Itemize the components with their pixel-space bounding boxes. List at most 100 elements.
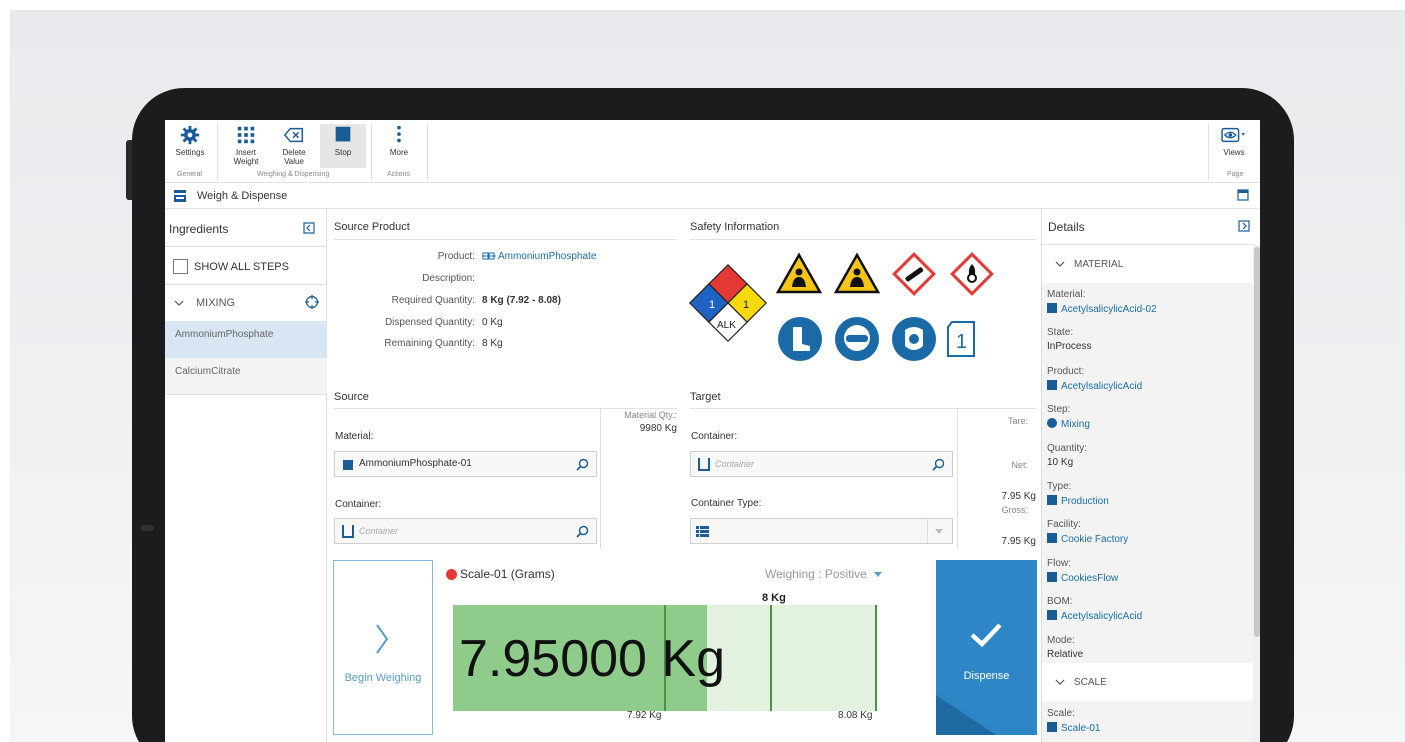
detail-product: Product: AcetylsalicylicAcid <box>1047 366 1142 392</box>
warning-respirator-icon <box>833 252 881 294</box>
detail-scale: Scale: Scale-01 <box>1047 708 1100 734</box>
chevron-down-icon[interactable] <box>174 299 184 307</box>
dispensed-quantity-label: Dispensed Quantity: <box>384 317 475 328</box>
scale-icon <box>1047 722 1057 732</box>
dispense-corner-shade <box>936 695 996 735</box>
caret-down-icon <box>874 572 883 578</box>
detail-value: 10 Kg <box>1047 456 1074 468</box>
divider <box>333 408 677 409</box>
max-tolerance-line <box>875 605 877 711</box>
safety-goggles-icon <box>835 317 879 361</box>
product-link[interactable]: AmmoniumPhosphate <box>498 251 596 262</box>
material-section-header[interactable]: MATERIAL <box>1042 245 1253 283</box>
begin-weighing-button[interactable]: Begin Weighing <box>333 560 433 735</box>
container-icon <box>698 458 710 471</box>
detail-value[interactable]: AcetylsalicylicAcid <box>1061 611 1142 622</box>
scale-name: Scale-01 (Grams) <box>460 567 555 581</box>
source-material-field[interactable]: AmmoniumPhosphate-01 <box>334 451 597 477</box>
divider <box>957 409 958 549</box>
material-qty-value: 9980 Kg <box>639 423 677 434</box>
sds-document-icon: 1 <box>947 321 975 357</box>
source-container-label: Container: <box>335 499 382 510</box>
insert-weight-button[interactable]: Insert Weight <box>223 124 269 168</box>
detail-key: Scale: <box>1047 708 1075 719</box>
detail-value[interactable]: Cookie Factory <box>1061 534 1128 545</box>
source-container-field[interactable]: Container <box>334 518 597 544</box>
target-icon[interactable] <box>305 295 319 309</box>
group-label-general: General <box>177 171 202 178</box>
scale-icon <box>174 190 186 202</box>
detail-value[interactable]: AcetylsalicylicAcid <box>1061 381 1142 392</box>
search-icon[interactable] <box>932 458 945 471</box>
source-material-value: AmmoniumPhosphate-01 <box>359 458 472 469</box>
ribbon-separator <box>1208 124 1209 180</box>
dispensed-quantity-value: 0 Kg <box>482 317 503 328</box>
scale-target-label: 8 Kg <box>762 592 786 604</box>
list-item[interactable]: CalciumCitrate <box>165 358 327 395</box>
chevron-down-icon <box>1055 261 1065 267</box>
chevron-down-icon[interactable] <box>935 529 943 534</box>
delete-value-button[interactable]: Delete Value <box>271 124 317 168</box>
list-icon <box>696 526 709 537</box>
description-label: Description: <box>422 273 475 284</box>
target-container-field[interactable]: Container <box>690 451 953 477</box>
scale-status-dot <box>446 569 457 580</box>
details-scrollbar[interactable] <box>1253 245 1260 742</box>
container-type-label: Container Type: <box>691 498 762 509</box>
checkmark-icon <box>970 623 1002 648</box>
required-quantity-value: 8 Kg (7.92 - 8.08) <box>482 295 561 306</box>
detail-key: Step: <box>1047 404 1071 416</box>
dispense-button[interactable]: Dispense <box>936 560 1037 735</box>
panel-toggle-icon[interactable] <box>1237 189 1249 201</box>
warning-person-icon <box>775 252 823 294</box>
flow-icon <box>1047 571 1057 582</box>
material-qty-label: Material Qty.: <box>624 410 677 420</box>
detail-value[interactable]: AcetylsalicylicAcid-02 <box>1061 304 1157 315</box>
detail-value[interactable]: Production <box>1061 496 1109 507</box>
list-item[interactable]: AmmoniumPhosphate <box>165 321 327 358</box>
scrollbar-thumb[interactable] <box>1254 247 1260 637</box>
settings-button[interactable]: Settings <box>167 124 213 168</box>
list-icon <box>1047 495 1057 505</box>
target-line <box>770 605 772 711</box>
ghs-oxidizer-icon <box>950 252 994 296</box>
detail-value: Relative <box>1047 648 1084 660</box>
more-button[interactable]: More <box>376 124 422 168</box>
divider <box>165 284 327 285</box>
detail-type: Type: Production <box>1047 481 1109 507</box>
required-quantity-label: Required Quantity: <box>391 295 475 306</box>
tare-label: Tare: <box>1007 416 1028 426</box>
detail-value[interactable]: CookiesFlow <box>1061 573 1118 584</box>
scale-section-header[interactable]: SCALE <box>1042 663 1253 701</box>
target-container-placeholder: Container <box>715 459 755 469</box>
nfpa-health: 1 <box>709 299 715 311</box>
detail-value[interactable]: Scale-01 <box>1061 723 1100 734</box>
search-icon[interactable] <box>576 525 589 538</box>
container-type-select[interactable] <box>690 518 953 544</box>
detail-key: Flow: <box>1047 557 1071 569</box>
breadcrumb: Weigh & Dispense <box>165 183 1260 209</box>
product-icon <box>1047 379 1057 390</box>
views-label: Views <box>1223 148 1245 157</box>
detail-material: Material: AcetylsalicylicAcid-02 <box>1047 289 1157 315</box>
detail-step: Step: Mixing <box>1047 404 1090 430</box>
collapse-left-icon[interactable] <box>303 222 315 234</box>
collapse-right-icon[interactable] <box>1238 220 1250 232</box>
nfpa-flammability: 1 <box>743 299 749 311</box>
grid-icon <box>237 126 255 144</box>
group-label-weighing: Weighing & Dispensing <box>257 171 330 178</box>
detail-key: Facility: <box>1047 519 1081 531</box>
weighing-mode-dropdown[interactable]: Weighing : Positive <box>765 567 883 581</box>
show-all-steps-checkbox[interactable] <box>173 259 188 274</box>
group-label-actions: Actions <box>387 171 410 178</box>
scale-max-label: 8.08 Kg <box>838 710 873 721</box>
stop-button[interactable]: Stop <box>320 124 366 168</box>
search-icon[interactable] <box>576 458 589 471</box>
detail-key: Mode: <box>1047 634 1075 646</box>
divider <box>165 246 327 247</box>
ribbon-toolbar: Settings General Insert Weight Delete Va… <box>165 120 1260 183</box>
detail-value[interactable]: Mixing <box>1061 419 1090 430</box>
chevron-down-icon <box>1055 679 1065 685</box>
target-title: Target <box>690 391 721 403</box>
views-button[interactable]: Views <box>1211 124 1257 168</box>
